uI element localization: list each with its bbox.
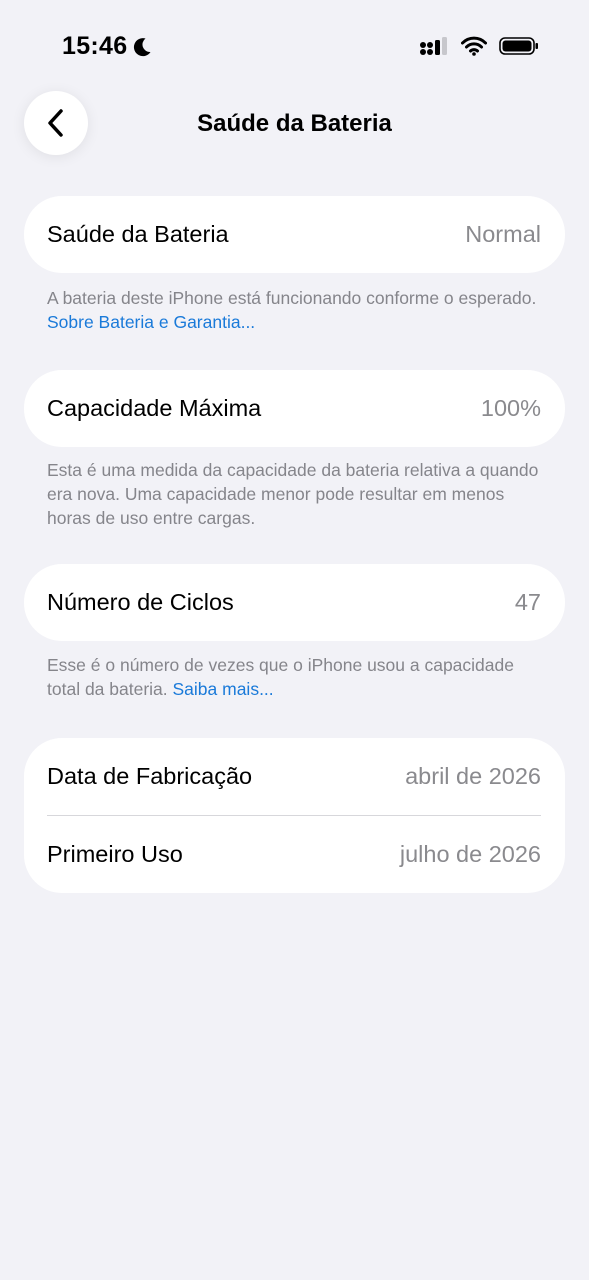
- dates-group: Data de Fabricação abril de 2026 Primeir…: [24, 738, 565, 893]
- battery-health-label: Saúde da Bateria: [47, 221, 229, 247]
- max-capacity-footer: Esta é uma medida da capacidade da bater…: [47, 460, 539, 528]
- battery-health-row: Saúde da Bateria Normal: [24, 196, 565, 273]
- cycle-count-label: Número de Ciclos: [47, 589, 234, 615]
- first-use-label: Primeiro Uso: [47, 841, 183, 867]
- cellular-signal-icon: [420, 37, 447, 55]
- battery-warranty-link[interactable]: Sobre Bateria e Garantia...: [47, 312, 255, 332]
- first-use-row: Primeiro Uso julho de 2026: [24, 816, 565, 893]
- cycle-count-row: Número de Ciclos 47: [24, 564, 565, 641]
- learn-more-link[interactable]: Saiba mais...: [173, 679, 274, 699]
- page-title: Saúde da Bateria: [197, 110, 392, 137]
- status-time: 15:46: [62, 32, 152, 61]
- battery-icon: [499, 37, 538, 55]
- status-icons: [419, 36, 539, 56]
- battery-health-footer: A bateria deste iPhone está funcionando …: [47, 286, 547, 334]
- wifi-icon: [461, 36, 487, 56]
- manufacture-date-label: Data de Fabricação: [47, 763, 253, 789]
- max-capacity-label: Capacidade Máxima: [47, 395, 262, 421]
- first-use-value: julho de 2026: [399, 841, 541, 867]
- cycle-count-value: 47: [514, 589, 541, 615]
- cycle-count-group: Número de Ciclos 47: [24, 564, 565, 641]
- battery-health-value: Normal: [465, 221, 541, 247]
- battery-health-group: Saúde da Bateria Normal: [24, 196, 565, 273]
- moon-icon: [134, 37, 151, 56]
- battery-health-footer-text: A bateria deste iPhone está funcionando …: [47, 288, 537, 308]
- cycle-count-footer-text: Esse é o número de vezes que o iPhone us…: [47, 655, 514, 699]
- time-text: 15:46: [62, 32, 128, 60]
- status-bar: 15:46: [0, 0, 589, 96]
- max-capacity-group: Capacidade Máxima 100%: [24, 370, 565, 447]
- manufacture-date-value: abril de 2026: [405, 763, 541, 789]
- max-capacity-row: Capacidade Máxima 100%: [24, 370, 565, 447]
- manufacture-date-row: Data de Fabricação abril de 2026: [24, 738, 565, 815]
- nav-bar: Saúde da Bateria: [0, 90, 589, 158]
- max-capacity-value: 100%: [480, 395, 541, 421]
- cycle-count-footer: Esse é o número de vezes que o iPhone us…: [47, 653, 547, 701]
